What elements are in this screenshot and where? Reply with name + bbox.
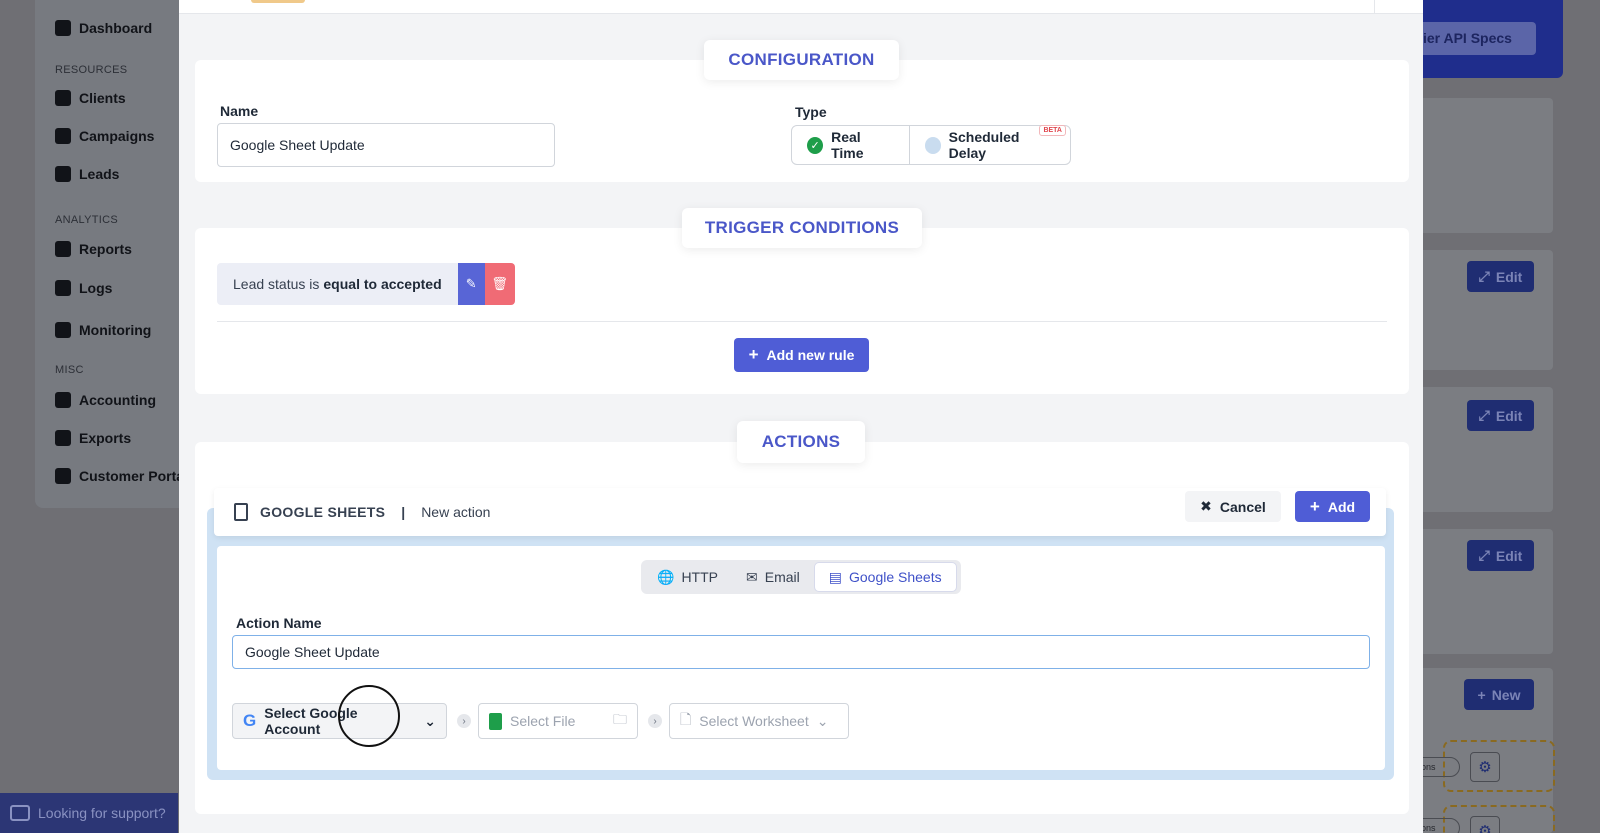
pie-chart-icon bbox=[55, 241, 71, 257]
chat-icon bbox=[10, 805, 30, 821]
edit-button[interactable]: ⤢ Edit bbox=[1467, 261, 1534, 292]
delete-rule-button[interactable]: 🗑 bbox=[484, 263, 515, 305]
check-circle-icon: ✓ bbox=[807, 136, 824, 154]
sidebar-item-accounting[interactable]: Accounting bbox=[55, 392, 156, 408]
edit-rule-button[interactable]: ✎ bbox=[457, 263, 485, 305]
trash-icon: 🗑 bbox=[491, 276, 508, 291]
sidebar-item-exports[interactable]: Exports bbox=[55, 430, 131, 446]
edit-button[interactable]: ⤢ Edit bbox=[1467, 400, 1534, 431]
sidebar-item-monitoring[interactable]: Monitoring bbox=[55, 322, 151, 338]
select-file[interactable]: Select File 🗀 bbox=[478, 703, 638, 739]
truck-icon bbox=[55, 322, 71, 338]
sidebar-item-logs[interactable]: Logs bbox=[55, 280, 112, 296]
pencil-icon: ✎ bbox=[465, 276, 477, 291]
monitor-icon bbox=[55, 20, 71, 36]
google-icon: G bbox=[243, 711, 257, 730]
cursor-highlight bbox=[338, 685, 400, 747]
file-icon bbox=[55, 280, 71, 296]
support-widget[interactable]: Looking for support? bbox=[0, 793, 178, 833]
expand-icon: ⤢ bbox=[1478, 547, 1490, 563]
spreadsheet-icon: ▤ bbox=[828, 568, 842, 585]
spreadsheet-icon bbox=[234, 503, 248, 521]
chevron-right-icon: › bbox=[457, 714, 471, 728]
tab-http[interactable]: 🌐 HTTP bbox=[643, 562, 732, 592]
background-right-panel: pplier API Specs ⤢ Edit ⤢ Edit ⤢ Edit + New … bbox=[1400, 0, 1600, 833]
users-icon bbox=[55, 90, 71, 106]
new-button[interactable]: + New bbox=[1464, 679, 1534, 710]
sidebar-item-reports[interactable]: Reports bbox=[55, 241, 132, 257]
action-name-label: Action Name bbox=[236, 615, 322, 631]
actions-title: ACTIONS bbox=[737, 421, 865, 463]
grid-icon bbox=[55, 128, 71, 144]
close-icon: ✖ bbox=[1200, 498, 1212, 514]
expand-icon: ⤢ bbox=[1478, 407, 1490, 423]
sidebar-item-dashboard[interactable]: Dashboard bbox=[55, 20, 152, 36]
sidebar-section-analytics: ANALYTICS bbox=[55, 214, 119, 226]
chevron-down-icon: ⌄ bbox=[816, 712, 829, 729]
coins-icon bbox=[55, 392, 71, 408]
divider bbox=[1374, 0, 1375, 14]
radio-icon bbox=[924, 136, 941, 154]
rule-text: Lead status is equal to accepted bbox=[217, 263, 458, 305]
sidebar-item-leads[interactable]: Leads bbox=[55, 166, 119, 182]
select-worksheet[interactable]: 🗋 Select Worksheet ⌄ bbox=[669, 703, 849, 739]
plus-icon: + bbox=[748, 345, 759, 364]
envelope-icon: ✉ bbox=[746, 568, 758, 585]
plus-icon: + bbox=[1477, 686, 1486, 703]
expand-icon: ⤢ bbox=[1478, 268, 1490, 284]
plus-icon: + bbox=[1309, 496, 1320, 516]
tab-google-sheets[interactable]: ▤ Google Sheets bbox=[813, 562, 957, 592]
beta-badge: BETA bbox=[1039, 125, 1066, 136]
sidebar-item-clients[interactable]: Clients bbox=[55, 90, 126, 106]
leads-icon bbox=[55, 166, 71, 182]
sidebar-item-campaigns[interactable]: Campaigns bbox=[55, 128, 154, 144]
gear-icon[interactable]: ⚙ bbox=[1470, 752, 1500, 782]
modal-top-bar bbox=[179, 0, 1423, 14]
add-rule-button[interactable]: + Add new rule bbox=[734, 338, 869, 372]
chevron-right-icon: › bbox=[648, 714, 662, 728]
sidebar-item-customer-portal[interactable]: Customer Porta bbox=[55, 468, 184, 484]
sidebar-section-resources: RESOURCES bbox=[55, 64, 128, 76]
sheets-file-icon bbox=[489, 712, 502, 730]
file-icon: 🗋 bbox=[680, 711, 692, 727]
sidebar-section-misc: MISC bbox=[55, 364, 84, 376]
type-selector: ✓ Real Time Scheduled Delay BETA bbox=[791, 125, 1071, 165]
folder-icon: 🗀 bbox=[613, 711, 627, 727]
type-realtime-option[interactable]: ✓ Real Time bbox=[792, 126, 909, 164]
name-label: Name bbox=[220, 103, 259, 119]
cancel-button[interactable]: ✖ Cancel bbox=[1185, 491, 1281, 522]
configuration-title: CONFIGURATION bbox=[704, 40, 899, 80]
automation-modal: CONFIGURATION Name Type ✓ Real Time Sche… bbox=[179, 0, 1423, 833]
type-label: Type bbox=[795, 104, 827, 120]
name-input[interactable] bbox=[217, 123, 555, 167]
gear-icon[interactable]: ⚙ bbox=[1470, 816, 1500, 833]
export-icon bbox=[55, 430, 71, 446]
trigger-title: TRIGGER CONDITIONS bbox=[682, 208, 922, 248]
edit-button[interactable]: ⤢ Edit bbox=[1467, 540, 1534, 571]
top-accent bbox=[251, 0, 305, 3]
globe-icon: 🌐 bbox=[657, 568, 675, 585]
type-scheduled-option[interactable]: Scheduled Delay BETA bbox=[908, 125, 1070, 164]
add-action-button[interactable]: + Add bbox=[1295, 491, 1370, 522]
group-icon bbox=[55, 468, 71, 484]
trigger-rule: Lead status is equal to accepted ✎ 🗑 bbox=[217, 263, 515, 305]
divider bbox=[217, 321, 1387, 322]
action-type-tabs: 🌐 HTTP ✉ Email ▤ Google Sheets bbox=[641, 560, 961, 594]
tab-email[interactable]: ✉ Email bbox=[732, 562, 814, 592]
chevron-down-icon: ⌄ bbox=[424, 712, 436, 729]
action-name-input[interactable] bbox=[232, 635, 1370, 669]
